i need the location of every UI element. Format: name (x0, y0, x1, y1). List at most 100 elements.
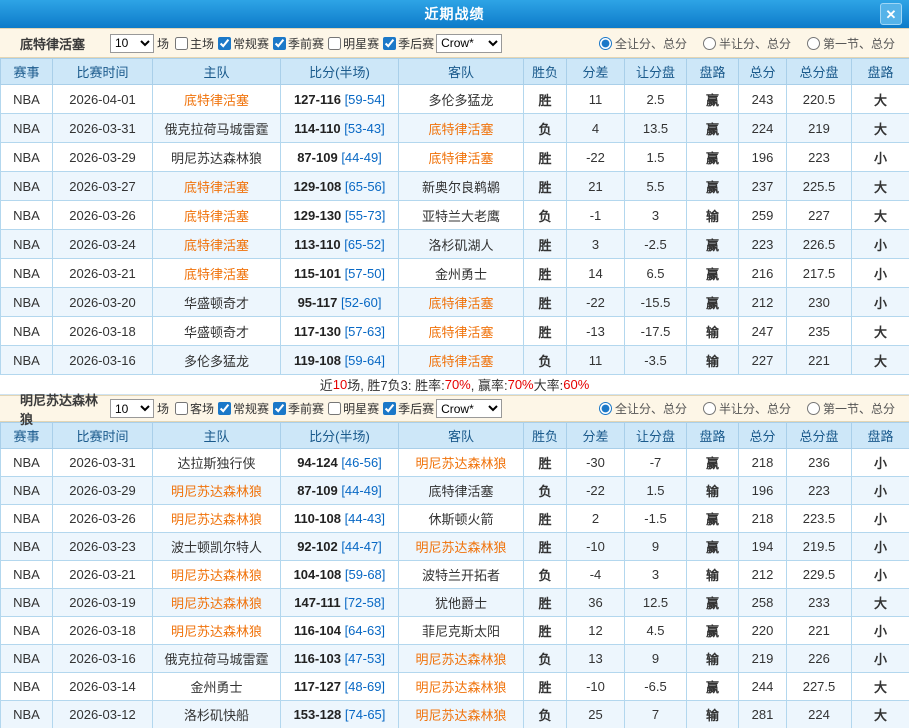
column-header: 总分 (739, 59, 787, 85)
filter-radio[interactable]: 全让分、总分 (599, 35, 687, 52)
over-under-cell: 小 (852, 505, 909, 533)
filter-checkbox[interactable]: 客场 (171, 400, 214, 417)
filter-checkbox[interactable]: 季后赛 (379, 35, 434, 52)
point-diff-cell: 14 (567, 259, 625, 288)
column-header: 盘路 (687, 423, 739, 449)
checkbox-input[interactable] (218, 402, 231, 415)
date-cell: 2026-03-18 (53, 617, 153, 645)
date-cell: 2026-03-21 (53, 561, 153, 589)
radio-input[interactable] (807, 402, 820, 415)
checkbox-input[interactable] (328, 37, 341, 50)
radio-input[interactable] (599, 37, 612, 50)
checkbox-input[interactable] (175, 37, 188, 50)
checkbox-input[interactable] (383, 37, 396, 50)
win-loss-cell: 负 (524, 114, 567, 143)
handicap-line-cell: 9 (625, 645, 687, 673)
radio-input[interactable] (703, 402, 716, 415)
league-cell: NBA (1, 673, 53, 701)
over-under-cell: 大 (852, 346, 909, 375)
checkbox-input[interactable] (218, 37, 231, 50)
handicap-result-cell: 输 (687, 477, 739, 505)
checkbox-input[interactable] (328, 402, 341, 415)
filter-radio[interactable]: 第一节、总分 (807, 35, 895, 52)
radio-input[interactable] (807, 37, 820, 50)
column-header: 比赛时间 (53, 59, 153, 85)
filter-radio[interactable]: 半让分、总分 (703, 400, 791, 417)
match-row: NBA2026-03-31达拉斯独行侠94-124 [46-56]明尼苏达森林狼… (1, 449, 909, 477)
league-cell: NBA (1, 172, 53, 201)
filter-radio[interactable]: 半让分、总分 (703, 35, 791, 52)
total-line-cell: 230 (787, 288, 852, 317)
checkbox-input[interactable] (175, 402, 188, 415)
point-diff-cell: -22 (567, 477, 625, 505)
filter-checkbox[interactable]: 常规赛 (214, 400, 269, 417)
close-icon: ✕ (886, 7, 897, 22)
filter-checkbox[interactable]: 常规赛 (214, 35, 269, 52)
fulltime-score: 87-109 (297, 150, 337, 165)
win-loss-cell: 负 (524, 346, 567, 375)
date-cell: 2026-03-24 (53, 230, 153, 259)
date-cell: 2026-03-26 (53, 201, 153, 230)
score-cell: 117-127 [48-69] (281, 673, 399, 701)
recent-results-panel: 近期战绩 ✕ 底特律活塞 10 场 主场常规赛季前赛明星赛季后赛 Crow* 全… (0, 0, 909, 728)
fulltime-score: 116-104 (294, 623, 341, 638)
checkbox-input[interactable] (273, 402, 286, 415)
total-line-cell: 233 (787, 589, 852, 617)
close-button[interactable]: ✕ (880, 3, 902, 25)
total-line-cell: 219 (787, 114, 852, 143)
league-cell: NBA (1, 561, 53, 589)
filter-checkbox[interactable]: 季前赛 (269, 35, 324, 52)
filter-radio[interactable]: 第一节、总分 (807, 400, 895, 417)
away-team-cell: 明尼苏达森林狼 (399, 533, 524, 561)
point-diff-cell: -30 (567, 449, 625, 477)
column-header: 总分盘 (787, 423, 852, 449)
match-row: NBA2026-03-27底特律活塞129-108 [65-56]新奥尔良鹈鹕胜… (1, 172, 909, 201)
league-cell: NBA (1, 617, 53, 645)
point-diff-cell: -10 (567, 533, 625, 561)
total-line-cell: 223 (787, 143, 852, 172)
over-under-cell: 小 (852, 449, 909, 477)
point-diff-cell: 25 (567, 701, 625, 728)
games-count-select[interactable]: 10 (110, 399, 154, 418)
filter-checkbox[interactable]: 明星赛 (324, 400, 379, 417)
over-under-cell: 小 (852, 288, 909, 317)
fulltime-score: 147-111 (294, 595, 340, 610)
home-team-cell: 华盛顿奇才 (153, 288, 281, 317)
filter-checkbox[interactable]: 明星赛 (324, 35, 379, 52)
total-points-cell: 216 (739, 259, 787, 288)
score-cell: 87-109 [44-49] (281, 477, 399, 505)
handicap-line-cell: 1.5 (625, 477, 687, 505)
checkbox-input[interactable] (383, 402, 396, 415)
summary-segment: 70% (508, 377, 534, 392)
filter-checkbox[interactable]: 季后赛 (379, 400, 434, 417)
date-cell: 2026-03-21 (53, 259, 153, 288)
handicap-line-cell: 6.5 (625, 259, 687, 288)
date-cell: 2026-04-01 (53, 85, 153, 114)
checkbox-input[interactable] (273, 37, 286, 50)
filter-checkbox[interactable]: 主场 (171, 35, 214, 52)
total-points-cell: 224 (739, 114, 787, 143)
handicap-line-cell: 7 (625, 701, 687, 728)
column-header: 胜负 (524, 59, 567, 85)
filter-checkbox[interactable]: 季前赛 (269, 400, 324, 417)
bookmaker-select[interactable]: Crow* (436, 399, 502, 418)
league-cell: NBA (1, 589, 53, 617)
fulltime-score: 114-110 (294, 121, 340, 136)
games-count-select[interactable]: 10 (110, 34, 154, 53)
win-loss-cell: 负 (524, 561, 567, 589)
win-loss-cell: 胜 (524, 85, 567, 114)
match-row: NBA2026-03-21明尼苏达森林狼104-108 [59-68]波特兰开拓… (1, 561, 909, 589)
radio-input[interactable] (703, 37, 716, 50)
point-diff-cell: 12 (567, 617, 625, 645)
away-team-cell: 金州勇士 (399, 259, 524, 288)
match-row: NBA2026-03-29明尼苏达森林狼87-109 [44-49]底特律活塞胜… (1, 143, 909, 172)
total-points-cell: 194 (739, 533, 787, 561)
radio-input[interactable] (599, 402, 612, 415)
radio-label: 全让分、总分 (615, 35, 687, 52)
total-points-cell: 281 (739, 701, 787, 728)
filter-radio[interactable]: 全让分、总分 (599, 400, 687, 417)
handicap-result-cell: 赢 (687, 673, 739, 701)
radio-label: 半让分、总分 (719, 35, 791, 52)
halftime-score: [55-73] (345, 208, 385, 223)
bookmaker-select[interactable]: Crow* (436, 34, 502, 53)
